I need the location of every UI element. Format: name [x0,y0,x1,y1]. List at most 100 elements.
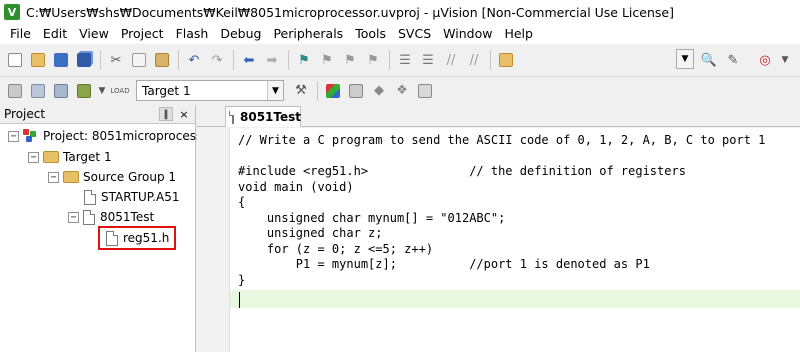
editor-tab-bar: 8051Test [197,105,800,127]
menu-edit[interactable]: Edit [37,24,73,44]
target-options-icon[interactable]: ⚒ [290,80,312,102]
code-line: void main (void) [238,179,354,194]
save-icon[interactable] [50,49,72,71]
save-all-icon[interactable] [73,49,95,71]
file-extensions-icon[interactable] [345,80,367,102]
project-panel-title: Project [4,107,46,121]
prev-bookmark-icon[interactable]: ⚑ [316,49,338,71]
run-time-env-icon[interactable] [414,80,436,102]
pack-installer-icon[interactable]: ❖ [391,80,413,102]
menu-project[interactable]: Project [115,24,170,44]
batch-build-icon[interactable] [73,80,95,102]
tab-8051test[interactable]: 8051Test [225,106,301,127]
pin-icon[interactable]: ‖ [159,107,173,121]
editor-gutter[interactable] [197,128,230,352]
toolbar-separator [317,80,318,101]
tree-item-label: Source Group 1 [83,170,177,184]
tree-item-label: Project: 8051microprocessc [43,129,209,143]
open-folder-icon[interactable] [27,49,49,71]
file-icon [84,189,96,205]
tree-item-source-group[interactable]: − Source Group 1 [48,167,176,187]
tree-item-project[interactable]: − Project: 8051microprocessc [8,126,209,146]
collapse-toggle-icon[interactable]: − [68,211,79,223]
new-file-icon[interactable] [4,49,26,71]
project-icon [23,129,39,143]
chevron-down-icon[interactable]: ▼ [774,49,796,71]
collapse-toggle-icon[interactable]: − [48,171,59,183]
file-icon [229,110,234,124]
code-line: unsigned char z; [238,226,383,240]
unindent-icon[interactable]: ☰ [417,49,439,71]
debug-session-icon[interactable]: ◎ [754,49,776,71]
cut-icon[interactable]: ✂ [105,49,127,71]
tree-item-8051test[interactable]: − 8051Test [68,207,154,227]
menu-view[interactable]: View [73,24,115,44]
uvision-app-icon: V [4,4,20,20]
target-select[interactable]: Target 1 ▼ [136,80,284,101]
next-bookmark-icon[interactable]: ⚑ [339,49,361,71]
build-toolbar: ▼ LOAD Target 1 ▼ ⚒ ◆ ❖ [0,76,800,104]
navigate-forward-icon[interactable]: ➡ [261,49,283,71]
rebuild-icon[interactable] [50,80,72,102]
window-title: C:₩Users₩shs₩Documents₩Keil₩8051micropro… [26,4,674,20]
uncomment-icon[interactable]: // [463,49,485,71]
toolbar-separator [389,50,390,70]
menu-bar: File Edit View Project Flash Debug Perip… [0,24,800,44]
code-line: } [238,272,246,287]
paste-icon[interactable] [151,49,173,71]
collapse-toggle-icon[interactable]: − [28,151,39,163]
menu-help[interactable]: Help [498,24,539,44]
tree-item-target[interactable]: − Target 1 [28,147,112,167]
code-line: for (z = 0; z <=5; z++) [238,241,434,256]
tab-label: 8051Test [240,110,302,124]
tree-item-label: Target 1 [63,150,112,164]
menu-window[interactable]: Window [437,24,498,44]
toolbar-separator [233,50,234,70]
code-line: P1 = mynum[z]; //port 1 is denoted as P1 [238,257,650,271]
manage-components-icon[interactable] [322,80,344,102]
tree-item-startup[interactable]: STARTUP.A51 [84,187,179,207]
menu-file[interactable]: File [4,24,37,44]
menu-peripherals[interactable]: Peripherals [267,24,349,44]
toolbar-separator [490,50,491,70]
toolbar-separator [288,50,289,70]
comment-icon[interactable]: // [440,49,462,71]
title-bar: V C:₩Users₩shs₩Documents₩Keil₩8051microp… [0,0,800,24]
find-icon[interactable]: 🔍 [698,49,720,71]
find-in-files-icon[interactable] [495,49,517,71]
file-icon [83,209,95,225]
tree-item-label: 8051Test [100,210,155,224]
toolbar-separator [100,50,101,70]
menu-svcs[interactable]: SVCS [392,24,437,44]
translate-icon[interactable] [4,80,26,102]
clear-bookmarks-icon[interactable]: ⚑ [362,49,384,71]
menu-debug[interactable]: Debug [214,24,267,44]
highlight-annotation-box [98,226,176,250]
code-text[interactable]: // Write a C program to send the ASCII c… [238,133,765,304]
indent-icon[interactable]: ☰ [394,49,416,71]
code-line: unsigned char mynum[] = "012ABC"; [238,210,506,225]
code-editor[interactable]: // Write a C program to send the ASCII c… [197,128,800,352]
bookmark-icon[interactable]: ⚑ [293,49,315,71]
folder-icon [43,151,59,163]
redo-icon[interactable]: ↷ [206,49,228,71]
select-packs-icon[interactable]: ◆ [368,80,390,102]
undo-icon[interactable]: ↶ [183,49,205,71]
copy-icon[interactable] [128,49,150,71]
folder-icon [63,171,79,183]
target-select-value: Target 1 [142,83,191,98]
close-icon[interactable]: × [177,107,191,121]
chevron-down-icon[interactable]: ▼ [96,80,108,102]
navigate-back-icon[interactable]: ⬅ [238,49,260,71]
build-icon[interactable] [27,80,49,102]
find-combo-dropdown[interactable]: ▼ [676,49,694,69]
chevron-down-icon[interactable]: ▼ [267,81,283,100]
toolbar-separator [178,50,179,70]
load-icon[interactable]: LOAD [109,80,131,102]
menu-flash[interactable]: Flash [170,24,215,44]
menu-tools[interactable]: Tools [349,24,392,44]
code-line: // Write a C program to send the ASCII c… [238,133,766,147]
incremental-find-icon[interactable]: ✎ [722,49,744,71]
collapse-toggle-icon[interactable]: − [8,130,19,142]
